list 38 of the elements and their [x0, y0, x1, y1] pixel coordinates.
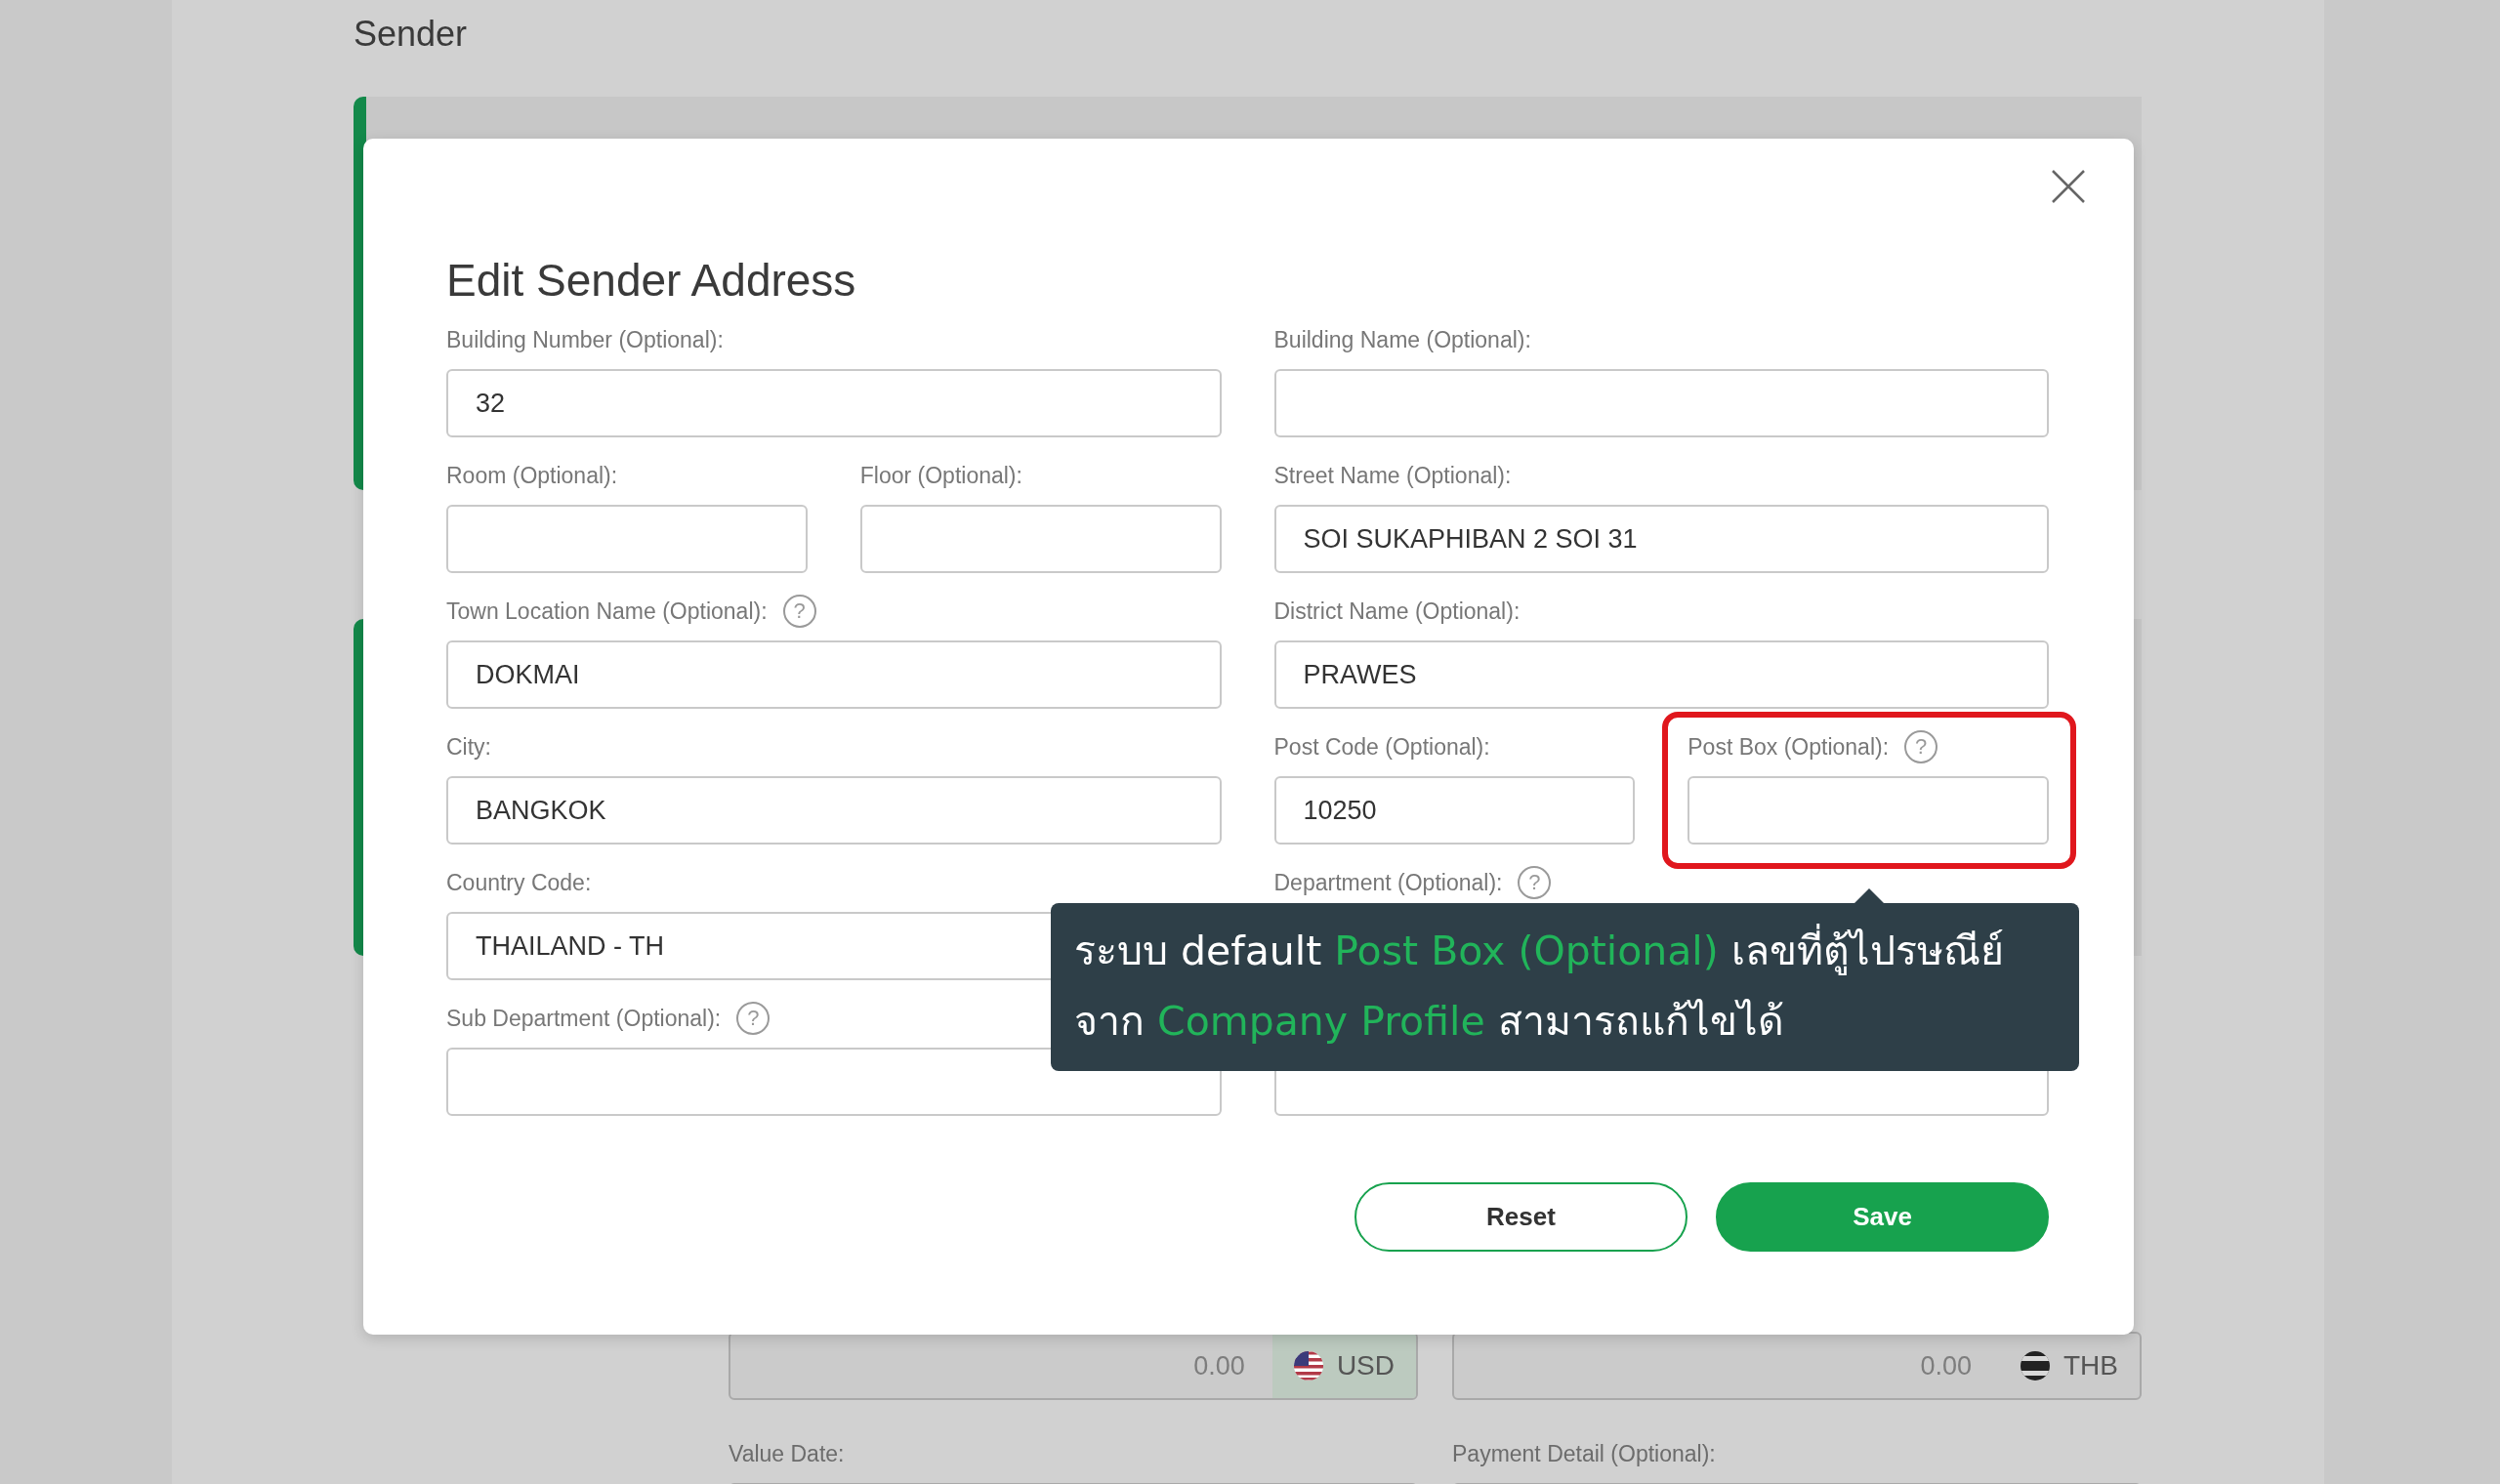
input-field[interactable]: 32 [446, 369, 1222, 437]
amount-field[interactable]: 0.00 THB [1452, 1332, 2142, 1400]
section-heading: Sender [354, 17, 468, 52]
help-icon[interactable]: ? [1518, 866, 1552, 899]
field-label: Town Location Name (Optional): [446, 598, 768, 625]
help-icon[interactable]: ? [1904, 730, 1938, 763]
field-label: Payment Detail (Optional): [1452, 1440, 1717, 1468]
input-field[interactable]: BANGKOK [446, 776, 1222, 845]
field-label: Country Code: [446, 869, 592, 896]
field-label: Department (Optional): [1273, 869, 1503, 896]
field-label: Sub Department (Optional): [446, 1005, 722, 1032]
input-field[interactable]: DOKMAI [446, 640, 1222, 709]
amount-field[interactable]: 0.00 USD [729, 1332, 1418, 1400]
dialog-title: Edit Sender Address [446, 256, 856, 306]
field-label: Post Code (Optional): [1273, 733, 1490, 761]
field-label: Value Date: [729, 1440, 846, 1468]
input-field[interactable]: PRAWES [1273, 640, 2049, 709]
field-label: City: [446, 733, 491, 761]
input-field[interactable]: SOI SUKAPHIBAN 2 SOI 31 [1273, 505, 2049, 573]
save-button[interactable]: Save [1716, 1182, 2049, 1252]
field-label: Street Name (Optional): [1273, 462, 1512, 489]
currency-selector[interactable]: USD [1271, 1334, 1416, 1398]
field-label: Floor (Optional): [859, 462, 1022, 489]
currency-selector[interactable]: THB [1999, 1334, 2140, 1398]
input-field[interactable]: 10250 [1273, 776, 1636, 845]
field-label: Building Number (Optional): [446, 326, 724, 353]
amount-input[interactable]: 0.00 [1454, 1334, 1999, 1398]
field-label: Post Box (Optional): [1688, 733, 1890, 761]
help-icon[interactable]: ? [736, 1002, 771, 1035]
field-label: District Name (Optional): [1273, 598, 1521, 625]
amount-input[interactable]: 0.00 [730, 1334, 1272, 1398]
help-icon[interactable]: ? [782, 595, 816, 628]
currency-code: USD [1336, 1349, 1395, 1382]
field-label: Building Name (Optional): [1273, 326, 1531, 353]
reset-button[interactable]: Reset [1354, 1182, 1688, 1252]
currency-code: THB [2063, 1349, 2118, 1382]
field-label: Room (Optional): [446, 462, 618, 489]
tooltip-text: จาก Company Profile สามารถแก้ไขได้ [1074, 996, 1784, 1047]
